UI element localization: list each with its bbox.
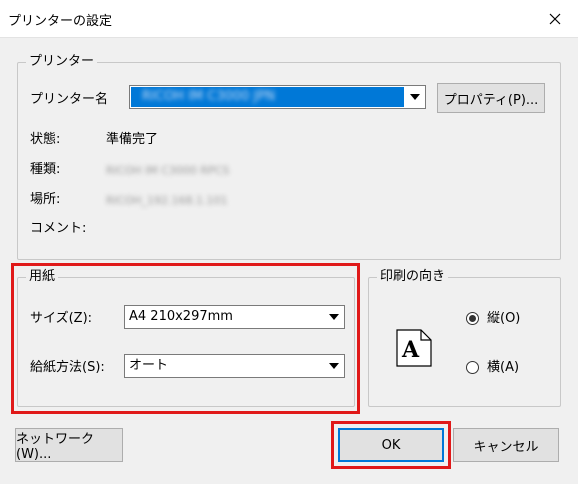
location-value: RICOH_192.168.1.101 xyxy=(106,194,228,207)
cancel-button-label: キャンセル xyxy=(473,439,539,455)
chevron-down-icon xyxy=(410,94,420,100)
ok-button-highlight xyxy=(331,421,451,469)
close-icon xyxy=(549,13,561,24)
printer-name-combo[interactable]: RICOH IM C3000 JPN xyxy=(129,85,426,109)
location-label: 場所: xyxy=(30,192,61,207)
printer-group-legend: プリンター xyxy=(26,54,98,70)
portrait-radio[interactable] xyxy=(466,312,479,325)
close-button[interactable] xyxy=(532,0,578,37)
printer-name-dropdown[interactable] xyxy=(405,86,425,108)
properties-button[interactable]: プロパティ(P)... xyxy=(437,83,545,113)
network-button[interactable]: ネットワーク(W)... xyxy=(15,428,123,462)
title-bar: プリンターの設定 xyxy=(0,0,578,38)
type-value: RICOH IM C3000 RPCS xyxy=(106,164,230,177)
window-title: プリンターの設定 xyxy=(8,14,113,29)
properties-button-label: プロパティ(P)... xyxy=(443,92,539,108)
page-preview-letter: A xyxy=(402,337,420,363)
cancel-button[interactable]: キャンセル xyxy=(453,428,559,462)
printer-name-label: プリンター名 xyxy=(30,92,109,107)
type-label: 種類: xyxy=(30,162,61,177)
network-button-label: ネットワーク(W)... xyxy=(16,432,95,462)
portrait-label[interactable]: 縦(O) xyxy=(487,311,520,327)
printer-name-value: RICOH IM C3000 JPN xyxy=(142,89,275,104)
landscape-label[interactable]: 横(A) xyxy=(487,360,519,376)
landscape-radio[interactable] xyxy=(466,361,479,374)
page-preview-icon: A xyxy=(396,329,432,367)
orientation-group-legend: 印刷の向き xyxy=(377,269,449,285)
paper-group-highlight xyxy=(11,263,360,414)
status-label: 状態: xyxy=(30,132,61,147)
status-value: 準備完了 xyxy=(106,132,159,147)
comment-label: コメント: xyxy=(30,221,87,236)
